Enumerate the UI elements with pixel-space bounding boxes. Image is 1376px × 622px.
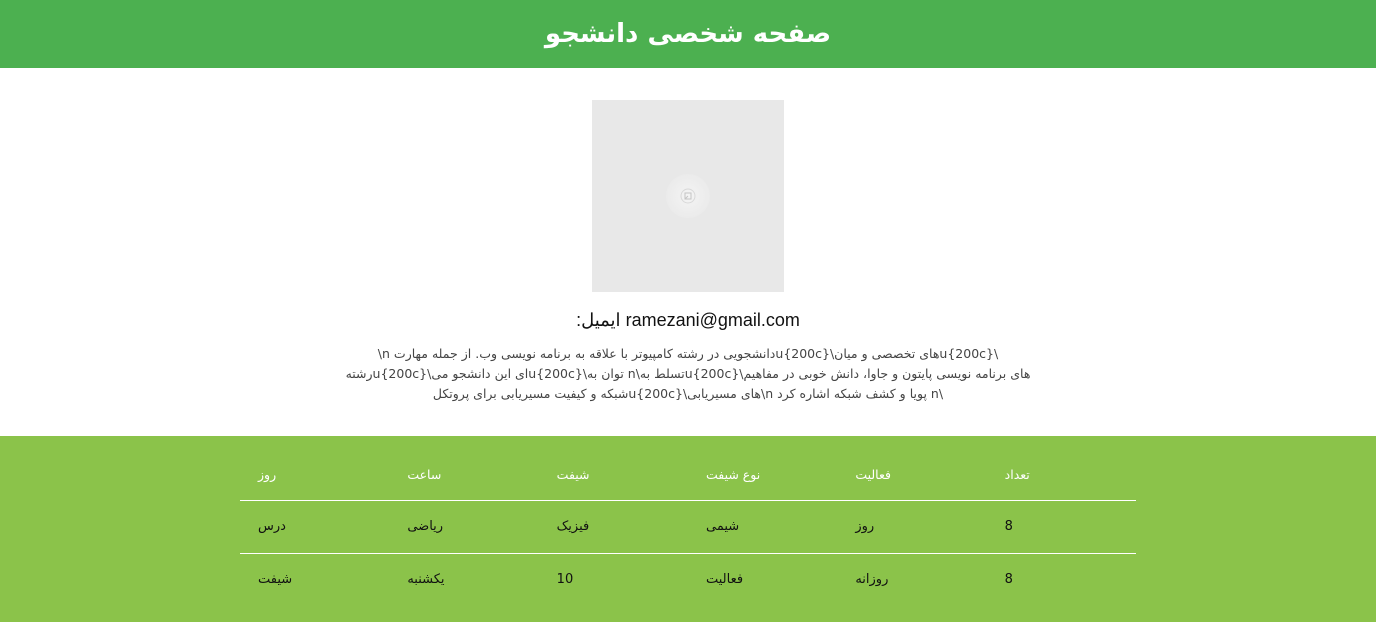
table-header-row: روز ساعت شیفت نوع شیفت فعالیت تعداد [240, 450, 1136, 501]
table-cell: درس [240, 500, 390, 554]
email-value: ramezani@gmail.com [625, 310, 800, 330]
column-header: فعالیت [837, 450, 987, 501]
table-cell: یکشنبه [407, 572, 445, 588]
table-cell: روز [837, 500, 987, 554]
column-header: شیفت [538, 450, 688, 501]
table-row: درس ریاضی فیزیک شیمی روز 8 [240, 500, 1136, 554]
schedule-table: روز ساعت شیفت نوع شیفت فعالیت تعداد درس … [240, 450, 1136, 606]
bio-line: های برنامه نویسی پایتون و جاوا، دانش خوب… [345, 366, 1031, 381]
column-header: ساعت [389, 450, 539, 501]
bio-text: \u{200c}های تخصصی و میان\u{200c}دانشجویی… [340, 344, 1036, 404]
table-row: شیفت یکشنبه 10 فعالیت روزانه 8 [240, 553, 1136, 606]
column-header: تعداد [986, 450, 1136, 501]
column-header: نوع شیفت [687, 450, 838, 501]
column-header: روز [240, 450, 390, 501]
email-line: ایمیل: ramezani@gmail.com [0, 310, 1376, 331]
table-cell: فعالیت [705, 572, 744, 588]
page-title: صفحه شخصی دانشجو [544, 19, 832, 49]
table-cell: 8 [986, 500, 1136, 554]
table-cell: شیفت [258, 572, 293, 588]
email-label: ایمیل: [576, 310, 621, 330]
page-header: صفحه شخصی دانشجو [0, 0, 1376, 68]
schedule-section: روز ساعت شیفت نوع شیفت فعالیت تعداد درس … [0, 436, 1376, 622]
table-cell: روزانه [855, 572, 889, 588]
table-cell: 8 [1004, 572, 1013, 588]
table-cell: فیزیک [538, 500, 688, 554]
bio-line: \n پویا و کشف شبکه اشاره کرد n\های مسیری… [432, 386, 944, 401]
image-placeholder-icon [666, 174, 710, 218]
profile-section: ایمیل: ramezani@gmail.com \u{200c}های تخ… [0, 68, 1376, 436]
table-cell: شیمی [687, 500, 838, 554]
table-cell: 10 [556, 572, 574, 588]
table-cell: ریاضی [389, 500, 539, 554]
bio-line: \u{200c}های تخصصی و میان\u{200c}دانشجویی… [377, 346, 999, 361]
profile-image [592, 100, 784, 292]
